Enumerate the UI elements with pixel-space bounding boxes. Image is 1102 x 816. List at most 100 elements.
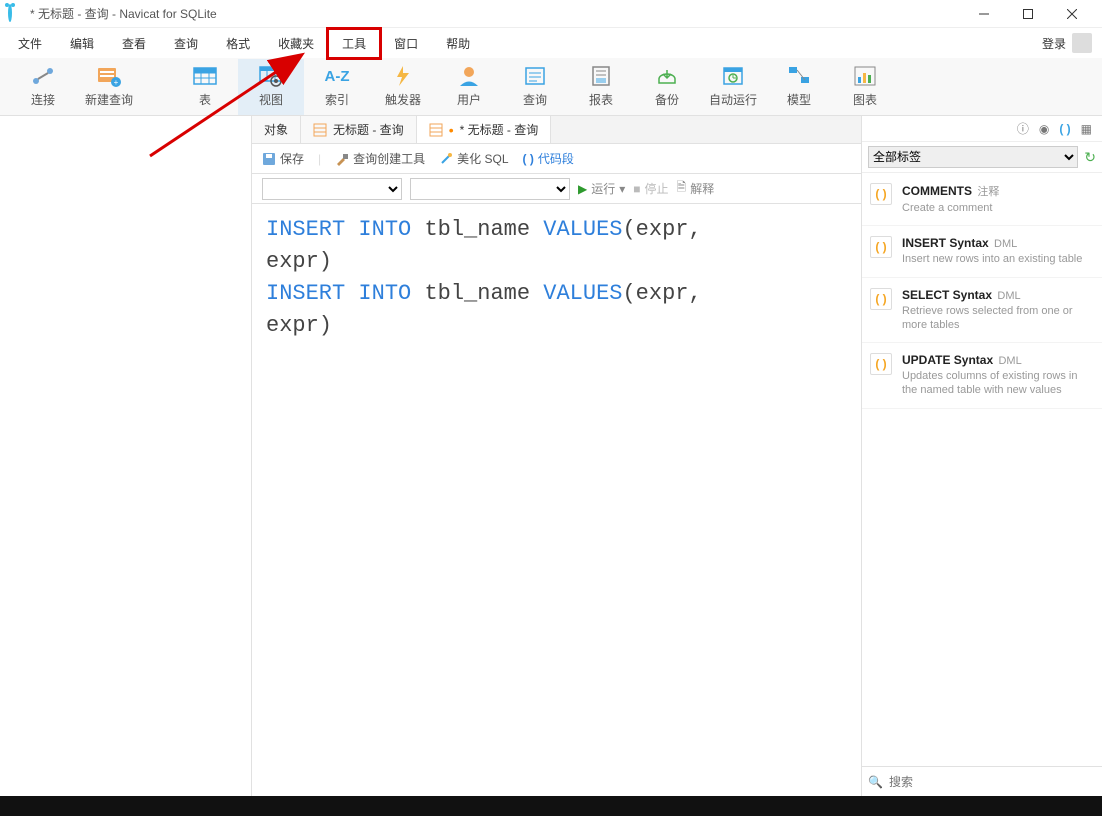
autorun-icon <box>720 65 746 87</box>
query-icon <box>522 65 548 87</box>
toolbar-report-label: 报表 <box>589 91 613 108</box>
tab-untitled-2[interactable]: • * 无标题 - 查询 <box>417 116 552 143</box>
explain-label: 解释 <box>690 180 714 197</box>
snippet-icon: ( ) <box>870 236 892 258</box>
code-icon[interactable]: ( ) <box>1059 122 1070 136</box>
info-icon[interactable]: ⓘ <box>1017 120 1029 137</box>
maximize-icon <box>1023 9 1033 19</box>
toolbar-user-label: 用户 <box>457 91 481 108</box>
explain-button[interactable]: 🗎 解释 <box>677 178 715 199</box>
run-label: 运行 <box>591 180 615 197</box>
snippet-desc: Updates columns of existing rows in the … <box>902 369 1094 398</box>
snippet-button[interactable]: ( ) 代码段 <box>523 150 574 167</box>
toolbar-query[interactable]: 查询 <box>502 59 568 115</box>
menu-view[interactable]: 查看 <box>108 29 160 58</box>
plug-icon <box>30 65 56 87</box>
right-panel-tabs: ⓘ ◉ ( ) ▦ <box>862 116 1102 142</box>
explain-icon: 🗎 <box>677 178 687 199</box>
menu-window[interactable]: 窗口 <box>380 29 432 58</box>
tab-untitled-1-label: 无标题 - 查询 <box>333 121 404 138</box>
toolbar-table[interactable]: 表 <box>172 59 238 115</box>
toolbar-backup-label: 备份 <box>655 91 679 108</box>
minimize-button[interactable] <box>962 0 1006 28</box>
toolbar-table-label: 表 <box>199 91 211 108</box>
menu-format[interactable]: 格式 <box>212 29 264 58</box>
maximize-button[interactable] <box>1006 0 1050 28</box>
close-button[interactable] <box>1050 0 1094 28</box>
tab-objects[interactable]: 对象 <box>252 116 301 143</box>
snippet-item[interactable]: ( ) UPDATE Syntax DML Updates columns of… <box>862 343 1102 409</box>
sheet-icon <box>313 123 327 137</box>
snippet-filter-select[interactable]: 全部标签 <box>868 146 1078 168</box>
eye-icon[interactable]: ◉ <box>1039 122 1049 136</box>
toolbar-view-label: 视图 <box>259 91 283 108</box>
toolbar-newquery[interactable]: + 新建查询 <box>76 59 142 115</box>
connection-select[interactable] <box>262 178 402 200</box>
refresh-icon[interactable]: ↻ <box>1084 149 1096 166</box>
toolbar-connection[interactable]: 连接 <box>10 59 76 115</box>
menu-edit[interactable]: 编辑 <box>56 29 108 58</box>
minimize-icon <box>979 9 989 19</box>
play-icon: ▶ <box>578 182 587 196</box>
toolbar-chart[interactable]: 图表 <box>832 59 898 115</box>
grid-icon[interactable]: ▦ <box>1081 122 1092 136</box>
menu-favorites[interactable]: 收藏夹 <box>264 29 328 58</box>
trigger-icon <box>390 65 416 87</box>
run-button[interactable]: ▶ 运行 ▾ <box>578 180 625 197</box>
toolbar-report[interactable]: 报表 <box>568 59 634 115</box>
toolbar-index[interactable]: A-Z 索引 <box>304 59 370 115</box>
editor-tabs: 对象 无标题 - 查询 • * 无标题 - 查询 <box>252 116 861 144</box>
stop-button[interactable]: ■ 停止 <box>633 180 668 197</box>
login-link[interactable]: 登录 <box>1042 35 1066 52</box>
view-icon <box>258 65 284 87</box>
snippet-icon: ( ) <box>870 353 892 375</box>
tab-untitled-1[interactable]: 无标题 - 查询 <box>301 116 417 143</box>
beautify-button[interactable]: 美化 SQL <box>439 150 508 167</box>
snippet-label: 代码段 <box>538 150 574 167</box>
search-icon: 🔍 <box>868 775 883 789</box>
avatar-icon[interactable] <box>1072 33 1092 53</box>
right-panel: ⓘ ◉ ( ) ▦ 全部标签 ↻ ( ) COMMENTS 注释 Create … <box>862 116 1102 796</box>
menu-query[interactable]: 查询 <box>160 29 212 58</box>
menu-tools[interactable]: 工具 <box>328 29 380 58</box>
query-toolbar: 保存 | 查询创建工具 美化 SQL ( ) 代码段 <box>252 144 861 174</box>
toolbar-model[interactable]: 模型 <box>766 59 832 115</box>
menu-file[interactable]: 文件 <box>4 29 56 58</box>
toolbar-chart-label: 图表 <box>853 91 877 108</box>
snippet-item[interactable]: ( ) INSERT Syntax DML Insert new rows in… <box>862 226 1102 277</box>
toolbar-backup[interactable]: 备份 <box>634 59 700 115</box>
toolbar-view[interactable]: 视图 <box>238 59 304 115</box>
snippet-desc: Retrieve rows selected from one or more … <box>902 304 1094 333</box>
stop-label: 停止 <box>645 180 669 197</box>
tab-untitled-2-label: * 无标题 - 查询 <box>460 121 539 138</box>
database-select[interactable] <box>410 178 570 200</box>
toolbar-trigger[interactable]: 触发器 <box>370 59 436 115</box>
toolbar-user[interactable]: 用户 <box>436 59 502 115</box>
user-icon <box>456 65 482 87</box>
menu-bar: 文件 编辑 查看 查询 格式 收藏夹 工具 窗口 帮助 登录 <box>0 28 1102 58</box>
snippet-tag: 注释 <box>977 186 999 198</box>
index-icon: A-Z <box>324 65 350 87</box>
table-icon <box>192 65 218 87</box>
snippet-list: ( ) COMMENTS 注释 Create a comment ( ) INS… <box>862 173 1102 766</box>
toolbar-query-label: 查询 <box>523 91 547 108</box>
snippet-title: SELECT Syntax <box>902 288 992 302</box>
model-icon <box>786 65 812 87</box>
snippet-tag: DML <box>998 355 1021 367</box>
beautify-label: 美化 SQL <box>457 150 508 167</box>
save-icon <box>262 152 276 166</box>
snippet-item[interactable]: ( ) COMMENTS 注释 Create a comment <box>862 173 1102 226</box>
toolbar-trigger-label: 触发器 <box>385 91 421 108</box>
connection-tree[interactable] <box>0 116 252 796</box>
window-controls <box>962 0 1094 28</box>
toolbar-autorun[interactable]: 自动运行 <box>700 59 766 115</box>
query-builder-button[interactable]: 查询创建工具 <box>335 150 425 167</box>
snippet-item[interactable]: ( ) SELECT Syntax DML Retrieve rows sele… <box>862 278 1102 344</box>
menu-help[interactable]: 帮助 <box>432 29 484 58</box>
save-button[interactable]: 保存 <box>262 150 304 167</box>
snippet-desc: Insert new rows into an existing table <box>902 252 1094 266</box>
save-label: 保存 <box>280 150 304 167</box>
backup-icon <box>654 65 680 87</box>
sql-editor[interactable]: INSERT INTO tbl_name VALUES(expr, expr) … <box>252 204 861 796</box>
snippet-search-input[interactable] <box>889 775 1096 789</box>
